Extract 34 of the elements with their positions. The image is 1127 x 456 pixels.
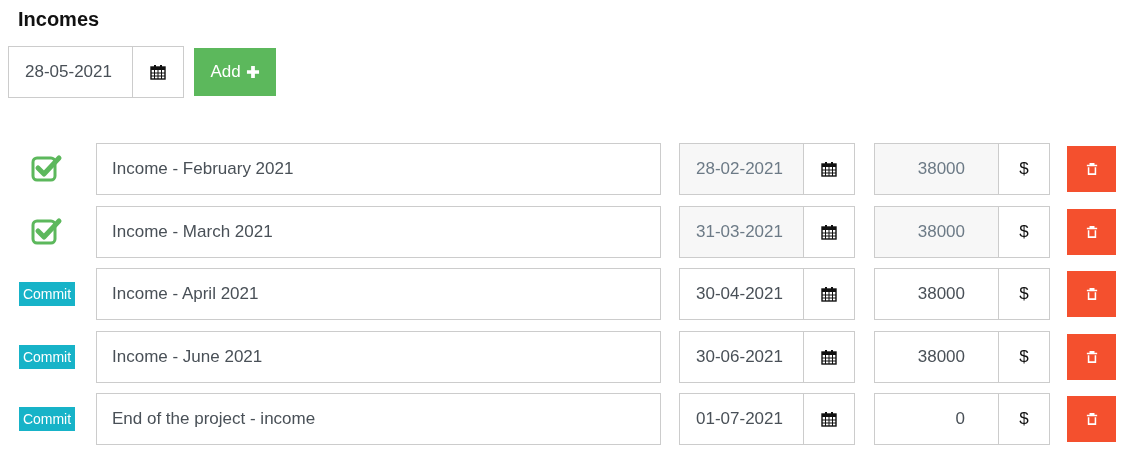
trash-icon	[1085, 412, 1098, 427]
calendar-icon	[821, 411, 837, 428]
date-field[interactable]: 28-02-2021	[679, 143, 855, 196]
calendar-icon	[150, 64, 166, 80]
delete-button[interactable]	[1067, 333, 1116, 380]
amount-field[interactable]: 38000 $	[874, 268, 1050, 321]
date-field[interactable]: 30-06-2021	[679, 330, 855, 383]
delete-button[interactable]	[1067, 396, 1116, 443]
calendar-icon	[821, 161, 837, 178]
trash-icon	[1085, 162, 1098, 177]
delete-button[interactable]	[1067, 271, 1116, 318]
date-field[interactable]: 30-04-2021	[679, 268, 855, 321]
trash-icon	[1085, 287, 1098, 302]
calendar-icon	[821, 223, 837, 240]
name-field[interactable]: Income - March 2021	[96, 205, 661, 258]
amount-field[interactable]: 38000 $	[874, 205, 1050, 258]
calendar-icon	[821, 348, 837, 365]
delete-button[interactable]	[1067, 146, 1116, 193]
name-field[interactable]: End of the project - income	[96, 393, 661, 446]
amount-field[interactable]: 0 $	[874, 393, 1050, 446]
plus-icon	[245, 65, 260, 79]
section-title: Incomes	[18, 8, 101, 31]
date-field[interactable]: 01-07-2021	[679, 393, 855, 446]
date-field[interactable]: 31-03-2021	[679, 205, 855, 258]
calendar-icon	[821, 286, 837, 303]
name-field[interactable]: Income - April 2021	[96, 268, 661, 321]
name-field[interactable]: Income - June 2021	[96, 330, 661, 383]
amount-field[interactable]: 38000 $	[874, 143, 1050, 196]
name-field[interactable]: Income - February 2021	[96, 143, 661, 196]
date-field[interactable]: 28-05-2021	[8, 46, 184, 98]
amount-field[interactable]: 38000 $	[874, 330, 1050, 383]
trash-icon	[1085, 349, 1098, 364]
trash-icon	[1085, 224, 1098, 239]
delete-button[interactable]	[1067, 208, 1116, 255]
